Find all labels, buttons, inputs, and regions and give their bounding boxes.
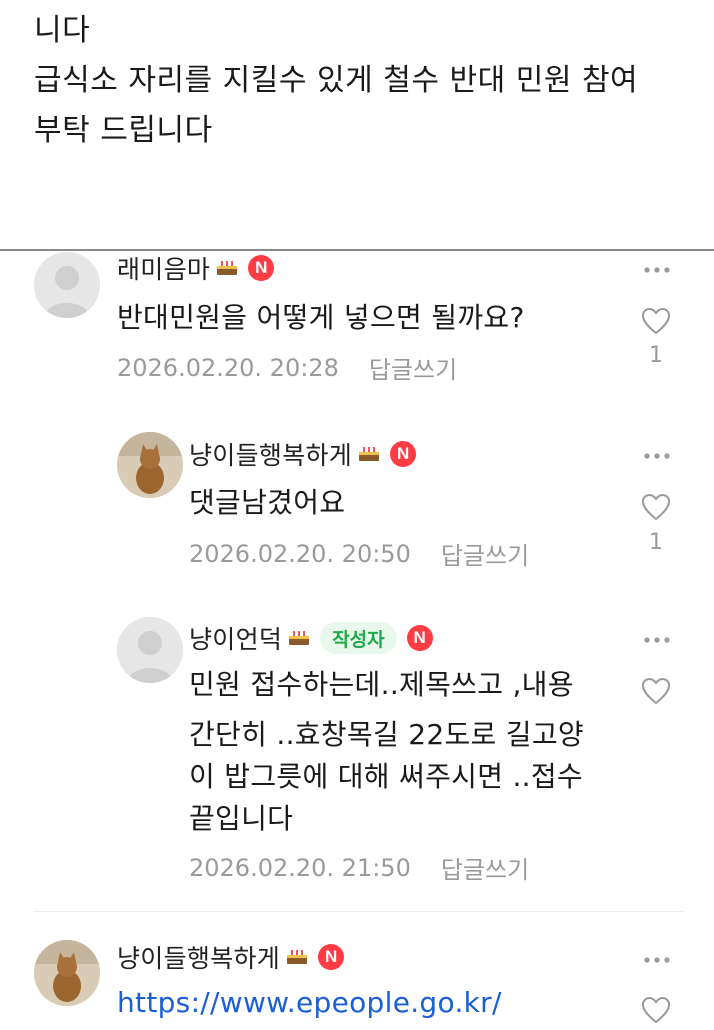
more-icon[interactable] bbox=[643, 956, 671, 964]
default-avatar-icon bbox=[34, 252, 100, 318]
comment-text: 반대민원을 어떻게 넣으면 될까요? bbox=[117, 301, 525, 334]
comment-meta: 2026.02.20. 20:28 답글쓰기 bbox=[117, 350, 457, 385]
nick-row: 냥이언덕 작성자 N bbox=[189, 622, 433, 654]
new-badge: N bbox=[248, 255, 275, 281]
heart-outline-icon[interactable] bbox=[641, 996, 671, 1024]
post-line: 부탁 드립니다 bbox=[34, 113, 213, 148]
default-avatar-icon bbox=[117, 617, 183, 683]
new-badge: N bbox=[390, 441, 417, 467]
nickname[interactable]: 냥이들행복하게 bbox=[117, 939, 280, 975]
post-body: 니다 급식소 자리를 지킬수 있게 철수 반대 민원 참여 부탁 드립니다 bbox=[34, 6, 694, 156]
cake-icon bbox=[288, 630, 310, 646]
reply-button[interactable]: 답글쓰기 bbox=[441, 850, 529, 885]
comments-divider bbox=[0, 249, 714, 251]
post-line: 급식소 자리를 지킬수 있게 철수 반대 민원 참여 bbox=[34, 63, 639, 98]
avatar[interactable] bbox=[117, 617, 183, 683]
new-badge: N bbox=[318, 944, 345, 970]
heart-outline-icon[interactable] bbox=[641, 307, 671, 335]
more-icon[interactable] bbox=[643, 636, 671, 644]
comment-date: 2026.02.20. 20:50 bbox=[189, 539, 411, 568]
cake-icon bbox=[358, 446, 380, 462]
cat-avatar-icon bbox=[34, 940, 100, 1006]
cat-avatar-icon bbox=[117, 432, 183, 498]
nickname[interactable]: 래미음마 bbox=[117, 250, 210, 286]
heart-outline-icon[interactable] bbox=[641, 677, 671, 705]
like-count: 1 bbox=[649, 343, 663, 368]
comment-text: 민원 접수하는데..제목쓰고 ,내용 bbox=[189, 668, 574, 701]
comment-text: 이 밥그릇에 대해 써주시면 ..접수 bbox=[189, 760, 583, 793]
nickname[interactable]: 냥이언덕 bbox=[189, 620, 282, 656]
cake-icon bbox=[286, 949, 308, 965]
reply-button[interactable]: 답글쓰기 bbox=[441, 536, 529, 571]
comment-separator bbox=[34, 911, 684, 912]
avatar[interactable] bbox=[34, 940, 100, 1006]
comment-meta: 2026.02.20. 21:50 답글쓰기 bbox=[189, 850, 529, 885]
nick-row: 냥이들행복하게 N bbox=[189, 436, 417, 472]
nickname[interactable]: 냥이들행복하게 bbox=[189, 436, 352, 472]
more-icon[interactable] bbox=[643, 266, 671, 274]
avatar[interactable] bbox=[34, 252, 100, 318]
cake-icon bbox=[216, 260, 238, 276]
comment-text: 댓글남겼어요 bbox=[189, 486, 346, 519]
more-icon[interactable] bbox=[643, 452, 671, 460]
author-badge: 작성자 bbox=[320, 622, 397, 654]
comment-meta: 2026.02.20. 20:50 답글쓰기 bbox=[189, 536, 529, 571]
reply-button[interactable]: 답글쓰기 bbox=[369, 350, 457, 385]
post-line: 니다 bbox=[34, 13, 91, 48]
comment-date: 2026.02.20. 21:50 bbox=[189, 853, 411, 882]
nick-row: 래미음마 N bbox=[117, 250, 275, 286]
avatar[interactable] bbox=[117, 432, 183, 498]
like-count: 1 bbox=[649, 530, 663, 555]
nick-row: 냥이들행복하게 N bbox=[117, 939, 345, 975]
comment-text: 끝입니다 bbox=[189, 802, 294, 835]
new-badge: N bbox=[406, 625, 433, 651]
comment-text: 간단히 ..효창목길 22도로 길고양 bbox=[189, 718, 584, 751]
comment-date: 2026.02.20. 20:28 bbox=[117, 353, 339, 382]
comment-link[interactable]: https://www.epeople.go.kr/ bbox=[117, 986, 502, 1019]
heart-outline-icon[interactable] bbox=[641, 493, 671, 521]
